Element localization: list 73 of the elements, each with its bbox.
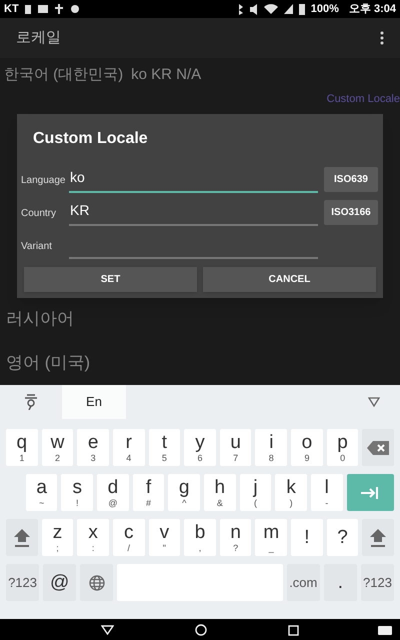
keyboard-key[interactable]: o 9 — [291, 429, 323, 466]
keyboard-key[interactable]: ? — [326, 519, 358, 556]
collapse-icon[interactable] — [368, 397, 380, 407]
globe-key[interactable] — [80, 564, 114, 601]
keyboard-key[interactable]: p 0 — [326, 429, 358, 466]
keyboard-key[interactable]: t 5 — [148, 429, 180, 466]
globe-icon — [88, 574, 105, 590]
locale-list-item[interactable]: 영어 (미국) — [6, 350, 90, 376]
keyboard-key[interactable]: q 1 — [6, 429, 38, 466]
keyboard-key[interactable]: b , — [184, 519, 216, 556]
keyboard-icon[interactable] — [378, 626, 392, 634]
iso-code-button[interactable]: ISO639 — [324, 167, 378, 192]
battery-text: 100% — [310, 2, 339, 17]
keyboard-key[interactable]: h & — [204, 474, 236, 511]
dialog-button[interactable]: SET — [24, 267, 197, 292]
text-field[interactable]: KR — [69, 200, 318, 226]
dialog-title: Custom Locale — [32, 129, 149, 149]
keyboard-key[interactable]: d @ — [97, 474, 129, 511]
current-locale-name: 한국어 (대한민국) — [4, 65, 124, 85]
keyboard-key[interactable]: f # — [132, 474, 164, 511]
wifi-icon — [264, 4, 278, 14]
time-text: 오후 3:04 — [348, 2, 396, 17]
keyboard-key[interactable]: j ( — [240, 474, 272, 511]
keyboard-key[interactable]: u 7 — [220, 429, 252, 466]
keyboard-key[interactable]: g ^ — [168, 474, 200, 511]
backspace-icon — [367, 440, 390, 454]
field-label: Language — [21, 174, 66, 188]
keyboard-key[interactable]: x : — [77, 519, 109, 556]
keyboard-key[interactable]: .com — [286, 564, 320, 601]
keyboard-key[interactable]: n ? — [220, 519, 252, 556]
keyboard-key[interactable]: r 4 — [112, 429, 145, 466]
recents-icon[interactable] — [288, 624, 300, 636]
tab-arrow-icon — [361, 486, 380, 498]
bluetooth-icon — [238, 4, 244, 14]
backspace-key[interactable] — [362, 429, 394, 466]
keyboard-key[interactable]: c / — [112, 519, 145, 556]
text-field[interactable]: ko — [69, 167, 318, 193]
field-label: Country — [21, 207, 58, 221]
keyboard-key[interactable]: ?123 — [6, 564, 40, 601]
dialog-button[interactable]: CANCEL — [203, 267, 376, 292]
current-locale-codes: ko KR N/A — [131, 65, 202, 85]
keyboard-key[interactable]: i 8 — [255, 429, 288, 466]
shift-icon — [12, 528, 31, 548]
hangul-icon — [25, 394, 37, 410]
home-icon[interactable] — [194, 624, 207, 636]
keyboard-key[interactable]: l - — [310, 474, 343, 511]
keyboard-key[interactable]: k ) — [275, 474, 307, 511]
battery-icon — [298, 4, 305, 14]
shift-icon — [369, 528, 388, 548]
shift-key[interactable] — [6, 519, 38, 556]
back-icon[interactable] — [100, 625, 114, 635]
keyboard-key[interactable]: v " — [148, 519, 180, 556]
keyboard-key[interactable]: a ~ — [26, 474, 58, 511]
keyboard-key[interactable]: z ; — [42, 519, 74, 556]
keyboard-key[interactable]: ! — [291, 519, 323, 556]
keyboard-key[interactable]: s ! — [61, 474, 94, 511]
mute-icon — [250, 4, 258, 14]
keyboard-key[interactable]: y 6 — [184, 429, 216, 466]
signal-icon — [284, 4, 293, 14]
keyboard-key[interactable]: @ — [43, 564, 76, 601]
keyboard-key[interactable]: . — [324, 564, 357, 601]
keyboard-key[interactable]: m _ — [255, 519, 288, 556]
overflow-menu-icon[interactable] — [380, 31, 384, 45]
keyboard-key[interactable]: ?123 — [360, 564, 394, 601]
keyboard-key[interactable]: w 2 — [42, 429, 74, 466]
app-title: 로케일 — [16, 28, 62, 48]
iso-code-button[interactable]: ISO3166 — [324, 200, 378, 225]
carrier-text: KT — [4, 2, 19, 17]
keyboard-key[interactable]: e 3 — [77, 429, 109, 466]
language-tab[interactable]: En — [62, 385, 126, 419]
shift-key[interactable] — [362, 519, 394, 556]
field-label: Variant — [21, 240, 53, 254]
locale-list-item[interactable]: 러시아어 — [6, 306, 74, 332]
